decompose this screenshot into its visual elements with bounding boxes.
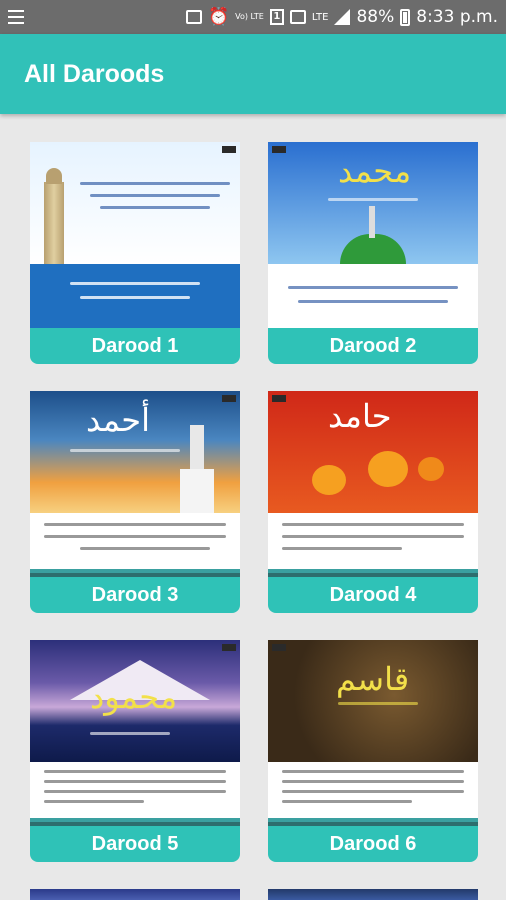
sim-icon: 1 <box>269 9 284 25</box>
darood-grid: Darood 1 محمد Darood 2 أحمد Darood 3 حام… <box>0 114 506 900</box>
battery-icon <box>400 8 411 26</box>
volte-indicator: Vo) LTE <box>235 12 264 21</box>
app-bar: All Daroods <box>0 34 506 114</box>
darood-1-thumbnail <box>30 142 240 328</box>
darood-2-thumbnail: محمد <box>268 142 478 328</box>
battery-percent: 88% <box>356 7 395 27</box>
darood-1-label[interactable]: Darood 1 <box>30 328 240 364</box>
darood-card-8-partial[interactable] <box>268 889 478 900</box>
darood-5-thumbnail: محمود <box>30 640 240 826</box>
network-type: LTE <box>311 11 329 23</box>
alarm-icon: ⏰ <box>207 7 230 27</box>
darood-4-thumbnail: حامد <box>268 391 478 577</box>
signal-icon <box>334 9 351 25</box>
status-bar: ⏰ Vo) LTE 1 LTE 88% 8:33 p.m. <box>0 0 506 34</box>
darood-card-7-partial[interactable] <box>30 889 240 900</box>
darood-4-label[interactable]: Darood 4 <box>268 577 478 613</box>
darood-6-label[interactable]: Darood 6 <box>268 826 478 862</box>
darood-3-thumbnail: أحمد <box>30 391 240 577</box>
mute-icon <box>185 10 202 24</box>
darood-5-label[interactable]: Darood 5 <box>30 826 240 862</box>
notification-menu-icon <box>8 10 24 24</box>
darood-2-label[interactable]: Darood 2 <box>268 328 478 364</box>
signal-box-icon <box>289 10 306 24</box>
darood-6-thumbnail: قاسم <box>268 640 478 826</box>
darood-3-label[interactable]: Darood 3 <box>30 577 240 613</box>
clock: 8:33 p.m. <box>416 7 498 27</box>
page-title: All Daroods <box>24 59 165 88</box>
